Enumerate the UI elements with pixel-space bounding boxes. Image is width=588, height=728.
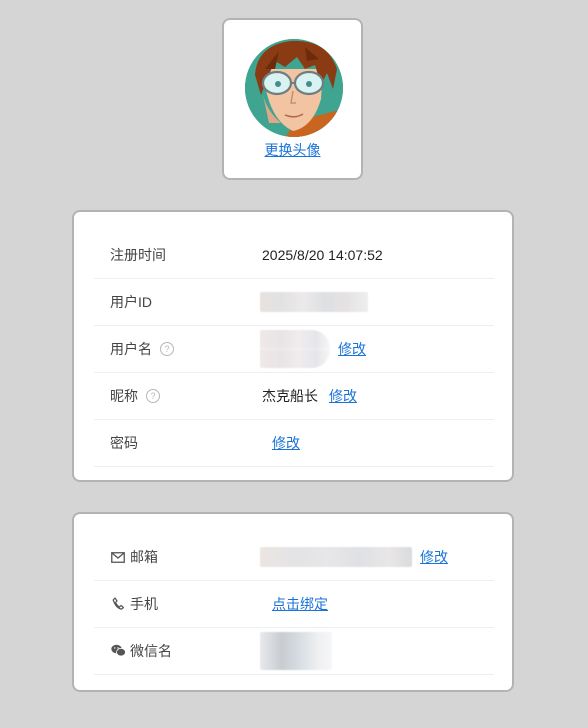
avatar-image xyxy=(245,39,343,137)
username-redacted xyxy=(260,330,330,368)
username-label: 用户名 xyxy=(110,341,152,357)
user-id-redacted xyxy=(260,292,368,312)
row-username: 用户名? 修改 xyxy=(94,326,494,373)
bind-phone-link[interactable]: 点击绑定 xyxy=(272,581,328,627)
row-register-time: 注册时间 2025/8/20 14:07:52 xyxy=(94,232,494,279)
mail-icon xyxy=(110,535,126,581)
contact-card: 邮箱 修改 手机 点击绑定 微信名 xyxy=(72,512,514,692)
help-icon[interactable]: ? xyxy=(146,389,160,404)
register-time-label: 注册时间 xyxy=(110,247,166,263)
wechat-label-wrap: 微信名 xyxy=(110,628,172,675)
phone-label: 手机 xyxy=(130,596,158,612)
row-user-id: 用户ID xyxy=(94,279,494,326)
username-label-wrap: 用户名? xyxy=(110,326,174,372)
password-label: 密码 xyxy=(110,435,138,451)
row-wechat: 微信名 xyxy=(94,628,494,675)
help-icon[interactable]: ? xyxy=(160,342,174,357)
wechat-icon xyxy=(110,629,126,675)
edit-nickname-link[interactable]: 修改 xyxy=(329,373,357,419)
row-password: 密码 修改 xyxy=(94,420,494,467)
account-info-card: 注册时间 2025/8/20 14:07:52 用户ID 用户名? 修改 昵称?… xyxy=(72,210,514,482)
contact-list: 邮箱 修改 手机 点击绑定 微信名 xyxy=(94,534,494,675)
email-label: 邮箱 xyxy=(130,549,158,565)
edit-password-link[interactable]: 修改 xyxy=(272,420,300,466)
email-label-wrap: 邮箱 xyxy=(110,534,158,581)
user-id-label: 用户ID xyxy=(110,294,152,310)
change-avatar-link[interactable]: 更换头像 xyxy=(224,140,361,160)
phone-icon xyxy=(110,582,126,628)
nickname-label-wrap: 昵称? xyxy=(110,373,160,419)
account-info-list: 注册时间 2025/8/20 14:07:52 用户ID 用户名? 修改 昵称?… xyxy=(94,232,494,467)
row-nickname: 昵称? 杰克船长 修改 xyxy=(94,373,494,420)
avatar-card: 更换头像 xyxy=(222,18,363,180)
email-redacted xyxy=(260,547,412,567)
wechat-redacted xyxy=(260,632,332,670)
row-phone: 手机 点击绑定 xyxy=(94,581,494,628)
avatar[interactable] xyxy=(245,39,343,137)
nickname-label: 昵称 xyxy=(110,388,138,404)
edit-username-link[interactable]: 修改 xyxy=(338,326,366,372)
row-email: 邮箱 修改 xyxy=(94,534,494,581)
wechat-label: 微信名 xyxy=(130,643,172,659)
register-time-value: 2025/8/20 14:07:52 xyxy=(262,247,383,263)
nickname-value: 杰克船长 xyxy=(262,388,318,404)
edit-email-link[interactable]: 修改 xyxy=(420,534,448,580)
phone-label-wrap: 手机 xyxy=(110,581,158,628)
